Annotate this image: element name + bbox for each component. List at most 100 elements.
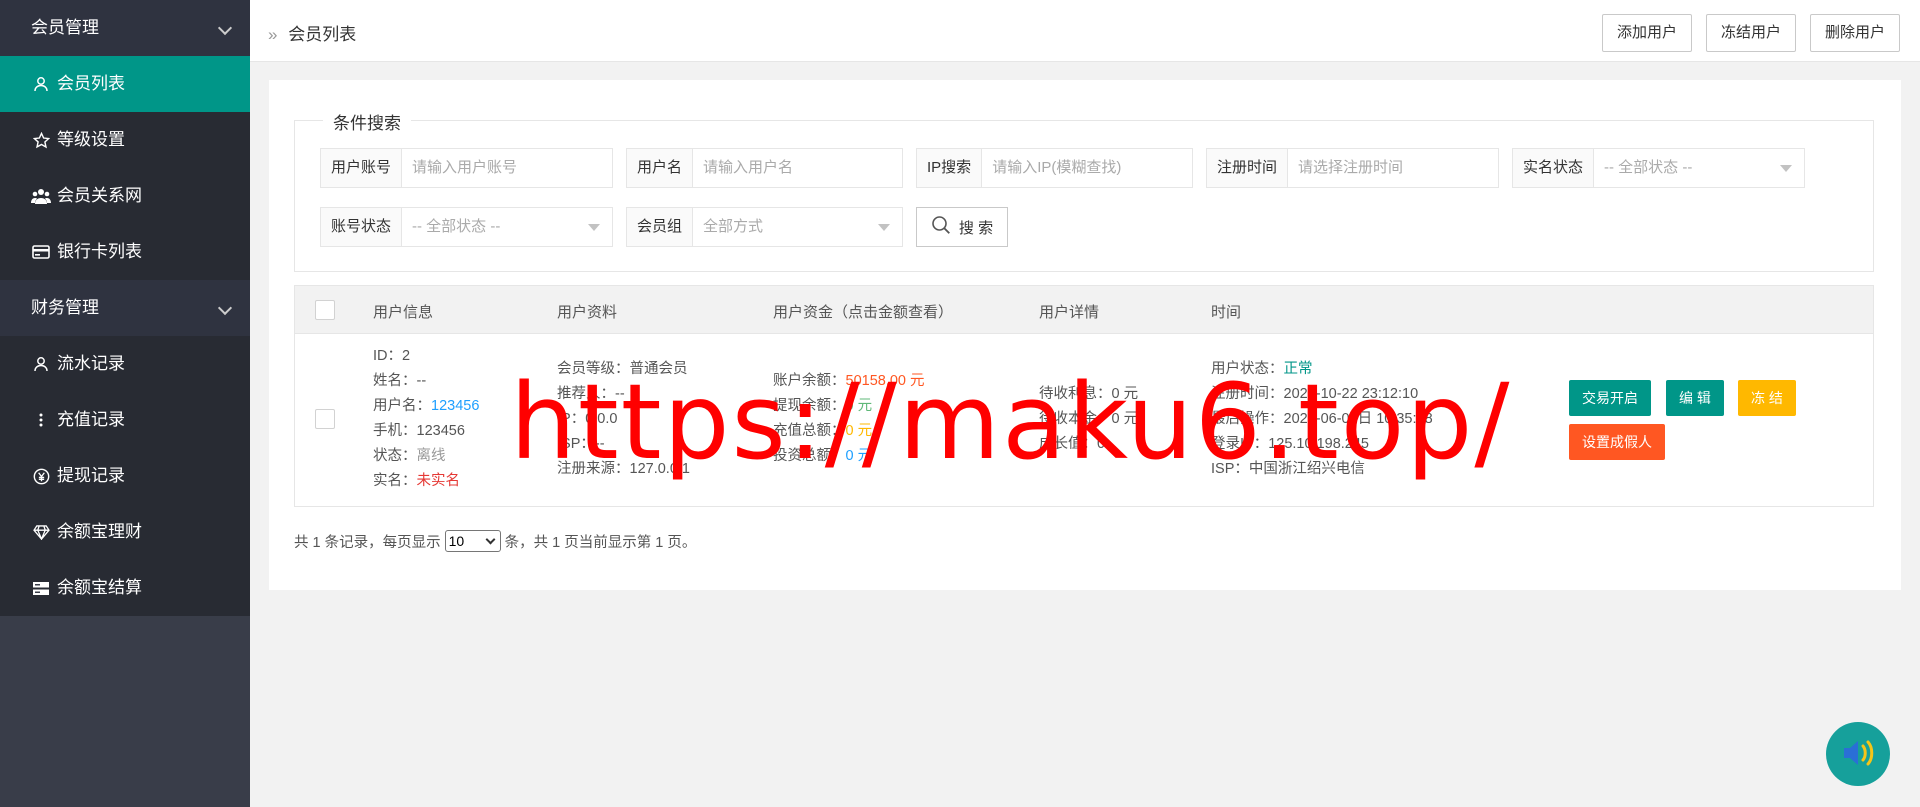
- sidebar-item-level-settings[interactable]: 等级设置: [0, 112, 250, 168]
- col-user-info: 用户信息: [373, 304, 434, 321]
- search-button[interactable]: 搜 索: [916, 207, 1008, 247]
- edit-button[interactable]: 编 辑: [1666, 380, 1724, 416]
- search-fieldset: 条件搜索 用户账号 请输入用户账号 用户名 请输入用户名 IP搜索 请输入IP(…: [294, 109, 1874, 272]
- select-value: -- 全部状态 --: [412, 218, 501, 235]
- reg-source: 127.0.0.1: [629, 461, 690, 477]
- per-page-select[interactable]: 10: [444, 530, 501, 552]
- breadcrumb: » 会员列表: [268, 20, 356, 45]
- user-isp: --: [594, 436, 605, 452]
- floating-sound-button[interactable]: [1826, 722, 1890, 786]
- sidebar-item-label: 流水记录: [57, 354, 125, 373]
- account-status-field: 账号状态 -- 全部状态 --: [320, 207, 613, 247]
- per-page-value: 10: [448, 533, 465, 549]
- sidebar-item-member-network[interactable]: 会员关系网: [0, 168, 250, 224]
- nav-group-member[interactable]: 会员管理: [0, 0, 250, 56]
- time-isp: 中国浙江绍兴电信: [1248, 461, 1365, 477]
- user-phone: 123456: [416, 423, 465, 439]
- sidebar-item-label: 充值记录: [57, 410, 125, 429]
- sidebar-item-withdraw-records[interactable]: 提现记录: [0, 448, 250, 504]
- sidebar-item-label: 余额宝结算: [57, 578, 142, 597]
- field-label: 账号状态: [321, 208, 403, 246]
- select-value: 全部方式: [703, 218, 764, 235]
- speaker-icon: [1838, 735, 1878, 774]
- select-value: -- 全部状态 --: [1604, 159, 1693, 176]
- username-link[interactable]: 123456: [431, 398, 479, 414]
- freeze-button[interactable]: 冻 结: [1738, 380, 1796, 416]
- id-label: ID：: [373, 348, 402, 364]
- nav-group-label: 财务管理: [31, 298, 99, 317]
- login-ip: 125.10.198.245: [1268, 436, 1369, 452]
- ip-field: IP搜索 请输入IP(模糊查找): [916, 148, 1193, 188]
- recharge-link[interactable]: 0 元: [846, 423, 873, 439]
- level-label: 会员等级：: [557, 361, 630, 377]
- table-row: ID：2 姓名：-- 用户名：123456 手机：123456 状态：离线 实名…: [295, 334, 1873, 506]
- sidebar-item-bank-cards[interactable]: 银行卡列表: [0, 224, 250, 280]
- sidebar-item-member-list[interactable]: 会员列表: [0, 56, 250, 112]
- nav-list-finance: 流水记录 充值记录 提现记录 余额宝理财 余额宝结算: [0, 336, 250, 616]
- last-op-label: 最后操作：: [1211, 411, 1284, 427]
- add-user-button[interactable]: 添加用户: [1601, 14, 1692, 52]
- pending-principal: 0 元: [1111, 411, 1139, 427]
- set-fake-button[interactable]: 设置成假人: [1569, 424, 1665, 460]
- sidebar-item-recharge-records[interactable]: 充值记录: [0, 392, 250, 448]
- top-header: » 会员列表 添加用户 冻结用户 删除用户: [250, 0, 1920, 62]
- sidebar-item-label: 等级设置: [57, 130, 125, 149]
- user-id: 2: [402, 348, 411, 364]
- user-icon: [31, 76, 51, 92]
- user-funds-cell: 账户余额：50158.00 元 提现余额：0 元 充值总额：0 元 投资总额：0…: [773, 369, 925, 469]
- source-label: 注册来源：: [557, 461, 630, 477]
- username-field: 用户名 请输入用户名: [626, 148, 903, 188]
- sidebar-item-label: 银行卡列表: [57, 242, 142, 261]
- caret-down-icon: [588, 224, 600, 231]
- trade-open-button[interactable]: 交易开启: [1569, 380, 1651, 416]
- online-status: 离线: [416, 448, 446, 464]
- regtime-input[interactable]: 请选择注册时间: [1288, 149, 1498, 187]
- isp-label: ISP：: [557, 436, 595, 452]
- ip-input[interactable]: 请输入IP(模糊查找): [982, 149, 1192, 187]
- field-label: 用户名: [627, 149, 694, 187]
- member-level: 普通会员: [629, 361, 688, 377]
- balance-link[interactable]: 50158.00 元: [846, 373, 925, 389]
- chevron-down-icon: [217, 20, 233, 36]
- pagination-suffix: 条，共 1 页当前显示第 1 页。: [504, 534, 697, 551]
- account-input[interactable]: 请输入用户账号: [402, 149, 612, 187]
- diamond-icon: [31, 524, 51, 540]
- withdraw-link[interactable]: 0 元: [846, 398, 873, 414]
- realname-status: 未实名: [416, 473, 461, 489]
- realname-status-select[interactable]: -- 全部状态 --: [1594, 149, 1804, 187]
- col-user-profile: 用户资料: [557, 304, 618, 321]
- pending-interest: 0 元: [1111, 386, 1139, 402]
- nav-group-finance[interactable]: 财务管理: [0, 280, 250, 336]
- sidebar-item-flow-records[interactable]: 流水记录: [0, 336, 250, 392]
- realname-label: 实名：: [373, 473, 417, 489]
- account-status-select[interactable]: -- 全部状态 --: [402, 208, 612, 246]
- pagination: 共 1 条记录，每页显示 10 条，共 1 页当前显示第 1 页。: [294, 530, 696, 552]
- row-checkbox[interactable]: [315, 409, 335, 429]
- growth-value: 0: [1097, 436, 1106, 452]
- reg-time-label: 注册时间：: [1211, 386, 1284, 402]
- withdraw-label: 提现余额：: [773, 398, 846, 414]
- main-card: 条件搜索 用户账号 请输入用户账号 用户名 请输入用户名 IP搜索 请输入IP(…: [269, 80, 1901, 590]
- delete-user-button[interactable]: 删除用户: [1809, 14, 1900, 52]
- invest-label: 投资总额：: [773, 448, 846, 464]
- user-name: --: [416, 373, 427, 389]
- sidebar-item-yuebao-finance[interactable]: 余额宝理财: [0, 504, 250, 560]
- sidebar-item-yuebao-settlement[interactable]: 余额宝结算: [0, 560, 250, 616]
- freeze-user-button[interactable]: 冻结用户: [1705, 14, 1796, 52]
- yen-icon: [31, 468, 51, 485]
- col-user-funds: 用户资金（点击金额查看）: [773, 304, 954, 321]
- regtime-field: 注册时间 请选择注册时间: [1206, 148, 1499, 188]
- col-user-details: 用户详情: [1039, 304, 1100, 321]
- invest-link[interactable]: 0 元: [846, 448, 873, 464]
- group-select[interactable]: 全部方式: [693, 208, 902, 246]
- username-input[interactable]: 请输入用户名: [693, 149, 902, 187]
- col-time: 时间: [1211, 304, 1242, 321]
- realname-status-field: 实名状态 -- 全部状态 --: [1512, 148, 1805, 188]
- field-label: IP搜索: [917, 149, 983, 187]
- select-all-checkbox[interactable]: [315, 300, 335, 320]
- interest-label: 待收利息：: [1039, 386, 1112, 402]
- users-icon: [31, 188, 51, 204]
- last-op-time: 2024-06-07日 10:35:08: [1283, 411, 1433, 427]
- login-ip-label: 登录IP：: [1211, 436, 1269, 452]
- breadcrumb-current: 会员列表: [288, 25, 357, 44]
